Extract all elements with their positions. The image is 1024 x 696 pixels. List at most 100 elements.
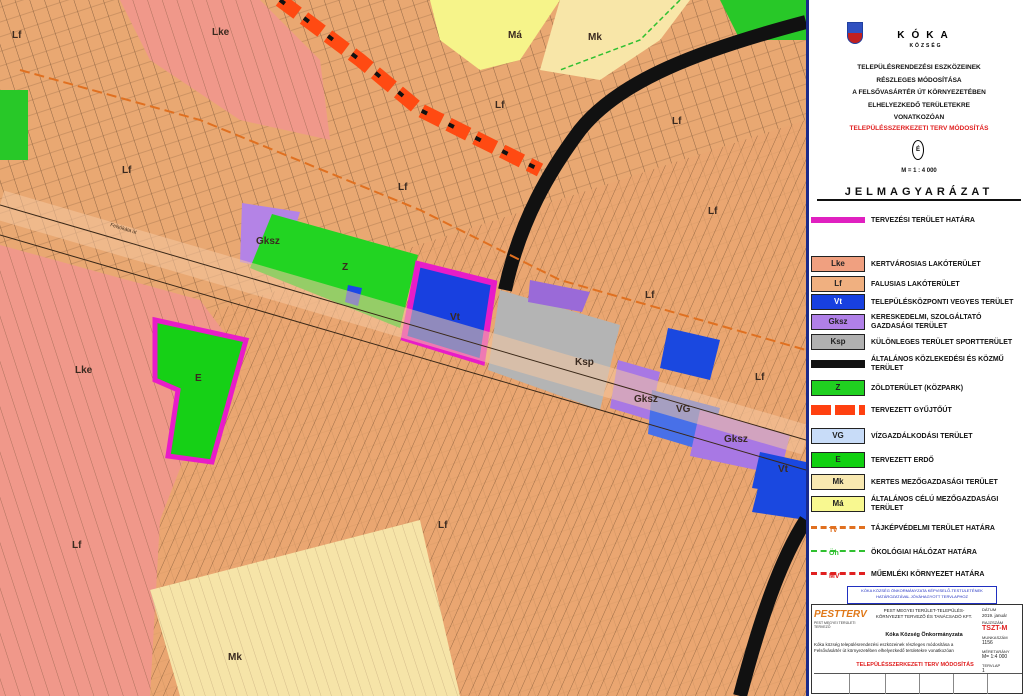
project-description: Kóka község településrendezési eszközein… [814, 642, 954, 653]
signature-cell [814, 674, 850, 694]
z-swatch: Z [811, 380, 865, 396]
legend-item-transport: ÁLTALÁNOS KÖZLEKEDÉSI ÉS KÖZMŰ TERÜLET [809, 354, 1024, 374]
zone-label-vt-right: Vt [778, 464, 789, 475]
mv-line-swatch: MV [811, 572, 865, 580]
legend-panel: KÓKA KÖZSÉG TELEPÜLÉSRENDEZÉSI ESZKÖZEIN… [806, 0, 1024, 696]
legend-item-e: E TERVEZETT ERDŐ [809, 450, 1024, 470]
plan-title-line: RÉSZLEGES MÓDOSÍTÁSA [876, 76, 962, 84]
oh-code: Öh [829, 550, 839, 557]
scale-value: M= 1:4 000 [982, 654, 1008, 660]
transport-swatch [811, 360, 865, 368]
signature-cell [920, 674, 954, 694]
legend-item-lke: Lke KERTVÁROSIAS LAKÓTERÜLET [809, 254, 1024, 274]
legend-item-collector-road: TERVEZETT GYŰJTŐÚT [809, 400, 1024, 420]
legend-item-ma: Má ÁLTALÁNOS CÉLÚ MEZŐGAZDASÁGI TERÜLET [809, 494, 1024, 514]
legend-label: ZÖLDTERÜLET (KÖZPARK) [871, 384, 964, 392]
legend-label: KERTES MEZŐGAZDASÁGI TERÜLET [871, 478, 998, 486]
zone-label-lf-b: Lf [122, 165, 132, 176]
zone-label-lf-a: Lf [495, 100, 505, 111]
signature-cell [954, 674, 988, 694]
legend-item-mv: MV MŰEMLÉKI KÖRNYEZET HATÁRA [809, 564, 1024, 584]
plan-title-line: VONATKOZÓAN [893, 114, 945, 121]
plan-title-line: ELHELYEZKEDŐ TERÜLETEKRE [868, 101, 970, 109]
signature-cell [886, 674, 920, 694]
north-arrow-icon: É [912, 140, 924, 160]
tv-code: Tv [829, 527, 838, 534]
legend-label: KERTVÁROSIAS LAKÓTERÜLET [871, 260, 981, 268]
zone-label-vt-center: Vt [450, 312, 461, 323]
lf-swatch: Lf [811, 276, 865, 292]
legend-item-z: Z ZÖLDTERÜLET (KÖZPARK) [809, 378, 1024, 398]
legend-label: ÁLTALÁNOS KÖZLEKEDÉSI ÉS KÖZMŰ TERÜLET [871, 356, 1004, 372]
signature-grid [814, 673, 1022, 694]
legend-label: TERVEZETT GYŰJTŐÚT [871, 406, 952, 414]
zone-label-lf-f: Lf [755, 372, 765, 383]
zone-label-lf-e: Lf [645, 290, 655, 301]
town-subtitle: KÖZSÉG [909, 43, 943, 49]
oh-line-swatch: Öh [811, 550, 865, 557]
legend-label: ÖKOLÓGIAI HÁLÓZAT HATÁRA [871, 548, 977, 556]
work-number: 1156 [982, 640, 993, 646]
zone-label-lf-i: Lf [12, 30, 22, 41]
ma-swatch: Má [811, 496, 865, 512]
zone-label-ma-top: Má [508, 30, 522, 41]
zone-label-lf-j: Lf [672, 116, 682, 127]
town-name: KÓKA [897, 30, 955, 41]
legend-label: TÁJKÉPVÉDELMI TERÜLET HATÁRA [871, 524, 995, 532]
zone-label-gksz-c: Gksz [724, 434, 748, 445]
approval-note: KÓKA KÖZSÉG ÖNKORMÁNYZATA KÉPVISELŐ-TEST… [847, 586, 997, 604]
zone-label-z: Z [342, 262, 348, 273]
plan-name: TELEPÜLÉSSZERKEZETI TERV MÓDOSÍTÁS [856, 662, 974, 668]
plan-title-line: A FELSŐVASÁRTÉR ÚT KÖRNYEZETÉBEN [852, 89, 986, 96]
legend-item-oh: Öh ÖKOLÓGIAI HÁLÓZAT HATÁRA [809, 542, 1024, 562]
zone-label-e: E [195, 373, 202, 384]
legend-label: TELEPÜLÉSKÖZPONTI VEGYES TERÜLET [871, 298, 1014, 306]
collector-road-swatch [811, 405, 865, 415]
zone-label-lf-g: Lf [438, 520, 448, 531]
legend-item-lf: Lf FALUSIAS LAKÓTERÜLET [809, 274, 1024, 294]
zone-label-vg: VG [676, 404, 691, 415]
legend-item-tv: Tv TÁJKÉPVÉDELMI TERÜLET HATÁRA [809, 518, 1024, 538]
legend-label: TERVEZETT ERDŐ [871, 456, 934, 464]
legend-item-vt: Vt TELEPÜLÉSKÖZPONTI VEGYES TERÜLET [809, 292, 1024, 312]
legend-item-mk: Mk KERTES MEZŐGAZDASÁGI TERÜLET [809, 472, 1024, 492]
legend-label: KERESKEDELMI, SZOLGÁLTATÓ GAZDASÁGI TERÜ… [871, 314, 982, 330]
zone-label-gksz-b: Gksz [634, 394, 658, 405]
legend-label: FALUSIAS LAKÓTERÜLET [871, 280, 960, 288]
zone-label-lf-d: Lf [708, 206, 718, 217]
zone-label-lke-top: Lke [212, 27, 230, 38]
legend-label: MŰEMLÉKI KÖRNYEZET HATÁRA [871, 570, 985, 578]
signature-cell [850, 674, 886, 694]
legend-item-ksp: Ksp KÜLÖNLEGES TERÜLET SPORTTERÜLET [809, 332, 1024, 352]
zone-label-lf-h: Lf [72, 540, 82, 551]
mk-swatch: Mk [811, 474, 865, 490]
zone-label-ksp: Ksp [575, 357, 594, 368]
lke-swatch: Lke [811, 256, 865, 272]
legend-label: KÜLÖNLEGES TERÜLET SPORTTERÜLET [871, 338, 1013, 346]
title-block: PESTTERV PEST MEGYEI TERÜLETI TERVEZŐ PE… [811, 604, 1023, 694]
zone-label-lf-c: Lf [398, 182, 408, 193]
plan-title: TELEPÜLÉSRENDEZÉSI ESZKÖZEINEK RÉSZLEGES… [821, 62, 1017, 125]
legend-item-planning-boundary: TERVEZÉSI TERÜLET HATÁRA [809, 210, 1024, 230]
legend-heading: JELMAGYARÁZAT [817, 186, 1021, 201]
drawing-number: TSZT-M [982, 625, 1008, 632]
plan-type: TELEPÜLÉSSZERKEZETI TERV MÓDOSÍTÁS [849, 125, 989, 132]
map-scale: M = 1 : 4 000 [901, 168, 937, 174]
boundary-swatch [811, 217, 865, 223]
date-label: DÁTUM [982, 607, 997, 612]
zone-label-mk-bottom: Mk [228, 652, 242, 663]
client-name: Kóka Község Önkormányzata [885, 632, 963, 638]
tv-line-swatch: Tv [811, 526, 865, 534]
gksz-swatch: Gksz [811, 314, 865, 330]
legend-item-gksz: Gksz KERESKEDELMI, SZOLGÁLTATÓ GAZDASÁGI… [809, 312, 1024, 332]
coat-of-arms-icon [847, 22, 863, 44]
date-value: 2019. január [982, 613, 1008, 618]
vt-swatch: Vt [811, 294, 865, 310]
map-svg: Lke Má Mk Lf Lf Lf Lf Lf Lf Lf Lf Lf Lf … [0, 0, 806, 696]
ksp-swatch: Ksp [811, 334, 865, 350]
legend-label: TERVEZÉSI TERÜLET HATÁRA [871, 216, 975, 224]
map-canvas[interactable]: Lke Má Mk Lf Lf Lf Lf Lf Lf Lf Lf Lf Lf … [0, 0, 806, 696]
company-name: PEST MEGYEI TERÜLET-TELEPÜLÉS-KÖRNYEZET … [875, 608, 973, 619]
zone-label-mk-top: Mk [588, 32, 602, 43]
legend-label: ÁLTALÁNOS CÉLÚ MEZŐGAZDASÁGI TERÜLET [871, 496, 999, 512]
